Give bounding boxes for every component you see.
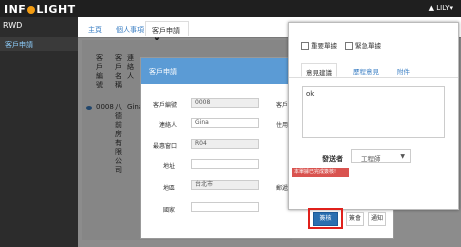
tab-suggestions[interactable]: 意見建議 bbox=[301, 63, 337, 77]
sidebar-item-customer-application[interactable]: 客戶申請 bbox=[0, 37, 78, 51]
countersign-button[interactable]: 簽會 bbox=[346, 212, 364, 226]
checkbox-icon bbox=[301, 42, 309, 50]
top-bar: INF LIGHT ▲ LILY▾ bbox=[0, 0, 461, 17]
field-label-country: 國家 bbox=[163, 207, 176, 214]
field-label-address: 地址 bbox=[163, 163, 176, 170]
checkbox-icon bbox=[345, 42, 353, 50]
tab-attachments[interactable]: 附件 bbox=[393, 63, 414, 77]
field-label-contact: 連絡人 bbox=[159, 122, 178, 129]
contact-field[interactable]: Gina bbox=[191, 118, 259, 128]
tab-home[interactable]: 主頁 bbox=[82, 21, 108, 36]
highlight-box bbox=[308, 208, 343, 229]
country-field[interactable] bbox=[191, 202, 259, 212]
field-label-customer: 客戶 bbox=[276, 102, 289, 109]
address-field[interactable] bbox=[191, 159, 259, 169]
modal-title: 客戶申請 bbox=[149, 68, 177, 76]
field-label-customer-id: 客戶編號 bbox=[153, 102, 178, 109]
field-label-window: 最惠窗口 bbox=[153, 143, 178, 150]
tab-history[interactable]: 歷程意見 bbox=[349, 63, 383, 77]
sidebar: RWD 客戶申請 bbox=[0, 17, 78, 247]
sidebar-item-label: 客戶申請 bbox=[5, 41, 33, 49]
notify-button[interactable]: 通知 bbox=[368, 212, 386, 226]
window-field[interactable]: R04 bbox=[191, 139, 259, 149]
sidebar-title: RWD bbox=[3, 21, 23, 30]
comment-textarea[interactable]: ok bbox=[302, 86, 445, 138]
app-logo: INF LIGHT bbox=[4, 3, 76, 16]
approval-panel: 重要單據 緊急單據 意見建議 歷程意見 附件 ok 發送者 工程師 ▼ 本單據已… bbox=[288, 22, 459, 210]
urgent-doc-checkbox[interactable]: 緊急單據 bbox=[345, 40, 381, 50]
customer-id-field[interactable]: 0008 bbox=[191, 98, 259, 108]
field-label-postal: 郵遞 bbox=[276, 185, 289, 192]
sender-label: 發送者 bbox=[322, 155, 343, 163]
important-doc-checkbox[interactable]: 重要單據 bbox=[301, 40, 337, 50]
sender-select[interactable]: 工程師 ▼ bbox=[351, 149, 411, 163]
district-field[interactable]: 台北市 bbox=[191, 180, 259, 190]
field-label-district: 地區 bbox=[163, 185, 176, 192]
status-alert: 本單據已完成簽核! bbox=[292, 168, 349, 177]
chevron-down-icon: ▼ bbox=[400, 153, 405, 160]
user-menu[interactable]: ▲ LILY▾ bbox=[429, 4, 453, 12]
tab-divider bbox=[289, 77, 458, 78]
field-label-usage: 住用 bbox=[276, 122, 289, 129]
tab-personal-items[interactable]: 個人事項 bbox=[110, 21, 150, 36]
logo-o-icon bbox=[27, 6, 36, 14]
tab-customer-application[interactable]: 客戶申請 ✖ bbox=[145, 21, 189, 44]
